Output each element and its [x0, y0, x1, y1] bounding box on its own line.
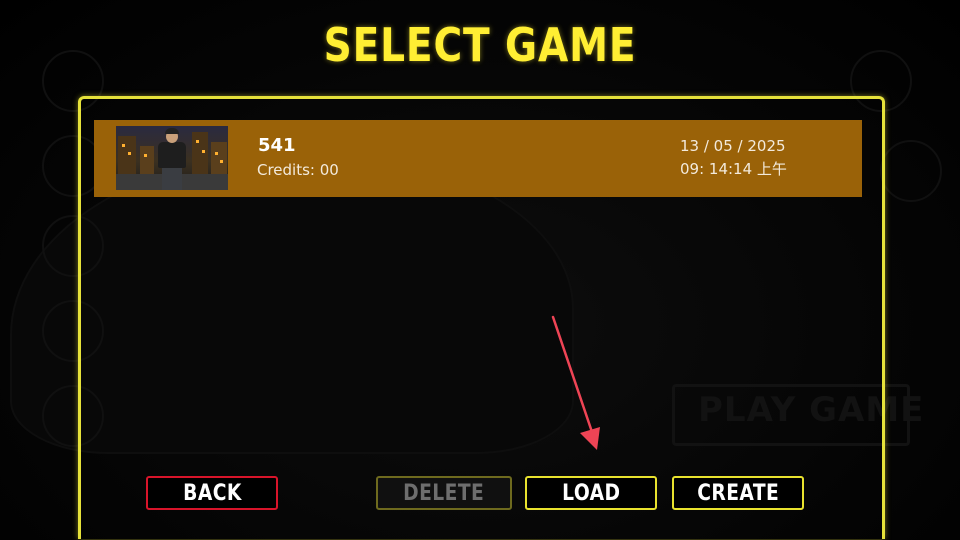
annotation-arrow-icon [551, 315, 600, 450]
